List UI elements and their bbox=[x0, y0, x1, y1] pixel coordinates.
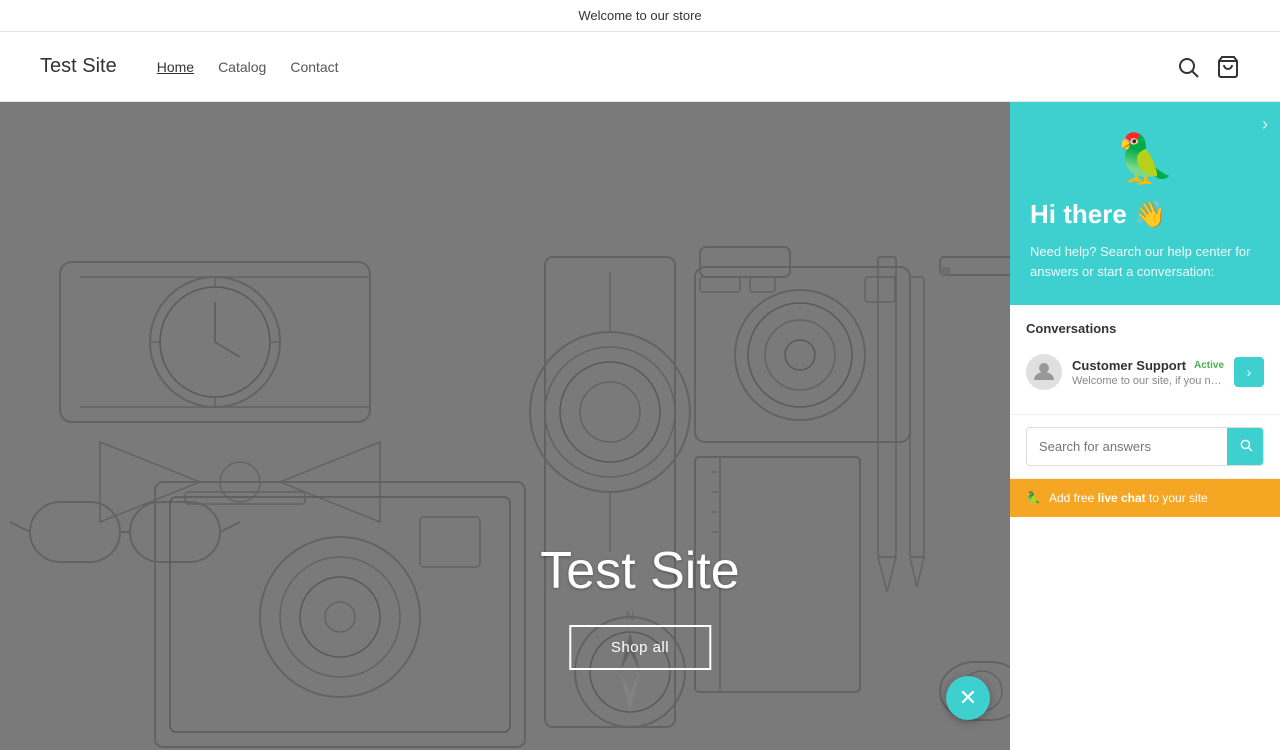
search-section bbox=[1010, 415, 1280, 479]
conv-preview: Welcome to our site, if you ne... bbox=[1072, 375, 1224, 387]
chat-close-circle-button[interactable]: ✕ bbox=[946, 676, 990, 720]
conversations-section: Conversations Customer Support Active bbox=[1010, 305, 1280, 415]
search-row bbox=[1026, 427, 1264, 466]
conversations-label: Conversations bbox=[1026, 321, 1264, 336]
nav-home[interactable]: Home bbox=[157, 59, 194, 75]
cart-icon[interactable] bbox=[1216, 55, 1240, 79]
main-nav: Home Catalog Contact bbox=[157, 59, 1176, 75]
footer-text: Add free live chat to your site bbox=[1049, 491, 1208, 505]
footer-parrot-icon: 🦜 bbox=[1026, 491, 1041, 505]
conv-info: Customer Support Active Welcome to our s… bbox=[1072, 358, 1224, 387]
header: Test Site Home Catalog Contact bbox=[0, 32, 1280, 102]
top-banner: Welcome to our store bbox=[0, 0, 1280, 32]
conv-name-row: Customer Support Active bbox=[1072, 358, 1224, 373]
hero-section: N Test Site Shop all › 🦜 Hi there 👋 Need… bbox=[0, 102, 1280, 750]
conv-arrow-button[interactable]: › bbox=[1234, 357, 1264, 387]
active-badge: Active bbox=[1194, 360, 1224, 371]
chat-footer-banner: 🦜 Add free live chat to your site bbox=[1010, 479, 1280, 517]
hero-title: Test Site bbox=[540, 541, 739, 601]
conversation-item[interactable]: Customer Support Active Welcome to our s… bbox=[1026, 346, 1264, 398]
chat-widget: › 🦜 Hi there 👋 Need help? Search our hel… bbox=[1010, 102, 1280, 750]
nav-contact[interactable]: Contact bbox=[290, 59, 338, 75]
search-icon[interactable] bbox=[1176, 55, 1200, 79]
header-icons bbox=[1176, 55, 1240, 79]
banner-text: Welcome to our store bbox=[578, 8, 701, 23]
search-submit-button[interactable] bbox=[1227, 428, 1264, 465]
chat-body: Conversations Customer Support Active bbox=[1010, 305, 1280, 750]
conv-name: Customer Support bbox=[1072, 358, 1186, 373]
chat-header: › 🦜 Hi there 👋 Need help? Search our hel… bbox=[1010, 102, 1280, 305]
nav-catalog[interactable]: Catalog bbox=[218, 59, 266, 75]
chat-greeting: Hi there 👋 bbox=[1030, 199, 1260, 230]
shop-all-button[interactable]: Shop all bbox=[569, 625, 711, 670]
site-logo: Test Site bbox=[40, 55, 117, 78]
hero-content: Test Site Shop all bbox=[540, 541, 739, 670]
live-chat-link[interactable]: live chat bbox=[1098, 491, 1146, 505]
parrot-icon: 🦜 bbox=[1030, 130, 1260, 187]
support-avatar bbox=[1026, 354, 1062, 390]
chat-subtitle: Need help? Search our help center for an… bbox=[1030, 242, 1260, 281]
chat-minimize-button[interactable]: › bbox=[1262, 114, 1268, 135]
search-answers-input[interactable] bbox=[1027, 429, 1227, 464]
